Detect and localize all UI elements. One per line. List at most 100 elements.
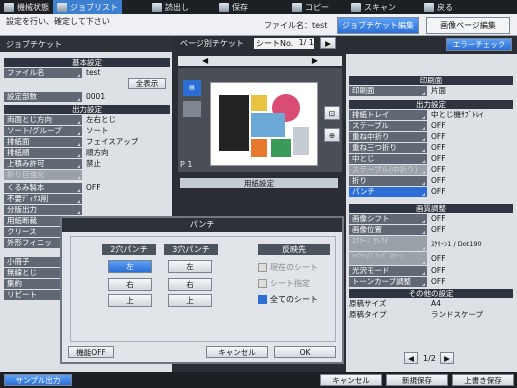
copies-key[interactable]: 設定部数 bbox=[4, 91, 82, 102]
menu-load[interactable]: 読出し bbox=[148, 0, 193, 14]
three-hole-left-button[interactable]: 左 bbox=[168, 260, 212, 273]
image-shift-key[interactable]: 画像シフト bbox=[349, 213, 427, 224]
page-preview bbox=[210, 82, 318, 166]
duplex-binding-value: 左右とじ bbox=[86, 115, 116, 124]
three-hole-header: 3穴パンチ bbox=[164, 244, 218, 255]
original-size-key: 原稿サイズ bbox=[349, 299, 387, 308]
page-number: P 1 bbox=[180, 160, 193, 169]
duplex-binding-key[interactable]: 両面とじ方向 bbox=[4, 114, 82, 125]
staple-fold-key[interactable]: ステープル(中折り) bbox=[349, 164, 427, 175]
error-check-button[interactable]: エラーチェック bbox=[446, 38, 512, 51]
other-settings-title: その他の設定 bbox=[349, 289, 513, 298]
scroll-right-icon[interactable]: ▶ bbox=[312, 56, 318, 66]
two-hole-top-button[interactable]: 上 bbox=[108, 294, 152, 307]
folder-icon bbox=[152, 2, 162, 12]
eject-face-key[interactable]: 排紙面 bbox=[4, 136, 82, 147]
fold-crease-key[interactable]: 折り目強化 bbox=[4, 169, 82, 180]
checkbox-icon[interactable] bbox=[258, 263, 267, 272]
gloss-mode-value: OFF bbox=[431, 266, 446, 275]
separation-key[interactable]: 分版出力 bbox=[4, 204, 82, 215]
zoom-fit-icon[interactable]: ⊡ bbox=[324, 106, 340, 120]
highlight-screen-value: OFF bbox=[431, 253, 446, 263]
sheet-scroll-button[interactable]: ▶ bbox=[320, 37, 336, 49]
multi-tri-fold-value: OFF bbox=[431, 143, 446, 152]
sheet-no-label: シートNo. bbox=[256, 39, 294, 48]
function-off-button[interactable]: 機能OFF bbox=[68, 346, 114, 358]
apply-all-sheets[interactable]: 全てのシート bbox=[258, 294, 318, 305]
tab-job-ticket-edit[interactable]: ジョブチケット編集 bbox=[337, 17, 419, 34]
right-settings: 印刷面 印刷面 片面 出力設定 排紙トレイ 中とじ機ｻﾌﾞﾄﾚｲ ステープル OFF … bbox=[349, 76, 513, 320]
copies-value: 0001 bbox=[86, 92, 106, 101]
screen-select-key[interactable]: ｽｸﾘｰﾝ ｾﾚｸﾀ bbox=[349, 235, 427, 251]
menu-copy[interactable]: コピー bbox=[288, 0, 333, 14]
fold-value: OFF bbox=[431, 176, 446, 185]
checkbox-icon[interactable] bbox=[258, 279, 267, 288]
copies-row: 設定部数 0001 bbox=[4, 91, 170, 102]
eject-order-value: 順方向 bbox=[86, 148, 109, 157]
multi-tri-fold-key[interactable]: 重ね三つ折り bbox=[349, 142, 427, 153]
right-output-title: 出力設定 bbox=[349, 100, 513, 109]
overwrite-save-button[interactable]: 上書き保存 bbox=[452, 374, 514, 386]
punch-key[interactable]: パンチ bbox=[349, 186, 427, 197]
sample-output-button[interactable]: サンプル出力 bbox=[4, 374, 72, 386]
paper-settings-title: 用紙設定 bbox=[180, 178, 338, 188]
saddle-stitch-value: OFF bbox=[431, 154, 446, 163]
top-menu-bar: 機械状態 ジョブリスト 読出し 保存 コピー スキャン 戻る bbox=[0, 0, 517, 14]
remove-blank-key[interactable]: 不要ﾃﾞｨｸｽ削 bbox=[4, 193, 82, 204]
tab-page-image-edit[interactable]: 画像ページ編集 bbox=[426, 17, 510, 34]
checked-icon[interactable] bbox=[258, 295, 267, 304]
menu-save[interactable]: 保存 bbox=[215, 0, 252, 14]
screen-select-value: ｽｸﾘｰﾝ1 / Dot190 bbox=[431, 240, 482, 248]
save-new-button[interactable]: 新規保存 bbox=[386, 374, 448, 386]
stack-permit-key[interactable]: 上積み許可 bbox=[4, 158, 82, 169]
menu-machine-status[interactable]: 機械状態 bbox=[0, 0, 53, 14]
print-side-value: 片面 bbox=[431, 86, 446, 95]
dialog-ok-button[interactable]: OK bbox=[274, 346, 336, 358]
three-hole-right-button[interactable]: 右 bbox=[168, 278, 212, 291]
highlight-screen-key[interactable]: ﾊｲﾗｲﾄ/ﾌﾞﾗｯｸﾞ ｽｸﾘｰﾝ bbox=[349, 251, 427, 265]
scan-icon bbox=[351, 2, 361, 12]
cancel-button[interactable]: キャンセル bbox=[320, 374, 382, 386]
gloss-mode-key[interactable]: 光沢モード bbox=[349, 265, 427, 276]
page-indicator: 1/2 bbox=[423, 354, 436, 363]
three-hole-top-button[interactable]: 上 bbox=[168, 294, 212, 307]
apply-current-sheet[interactable]: 現在のシート bbox=[258, 262, 318, 273]
front-page-icon[interactable]: ▤ bbox=[183, 80, 201, 96]
tone-curve-key[interactable]: トーンカーブ調整 bbox=[349, 276, 427, 287]
print-side-key[interactable]: 印刷面 bbox=[349, 85, 427, 96]
page-prev-button[interactable]: ◀ bbox=[404, 352, 418, 364]
dialog-cancel-button[interactable]: キャンセル bbox=[206, 346, 268, 358]
left-output-row: 折り目強化 bbox=[4, 169, 170, 180]
multi-half-fold-value: OFF bbox=[431, 132, 446, 141]
left-output-row: 上積み許可 禁止 bbox=[4, 158, 170, 169]
menu-job-list[interactable]: ジョブリスト bbox=[53, 0, 122, 14]
staple-fold-value: OFF bbox=[431, 165, 446, 174]
job-ticket-header: ジョブチケット bbox=[0, 36, 172, 52]
menu-back[interactable]: 戻る bbox=[420, 0, 457, 14]
file-name-key[interactable]: ファイル名 bbox=[4, 67, 82, 78]
two-hole-right-button[interactable]: 右 bbox=[108, 278, 152, 291]
horizontal-scrollbar[interactable]: ◀ ▶ bbox=[178, 56, 342, 66]
apply-sheet-select[interactable]: シート指定 bbox=[258, 278, 310, 289]
show-all-button[interactable]: 全表示 bbox=[128, 78, 166, 89]
staple-key[interactable]: ステープル bbox=[349, 120, 427, 131]
two-hole-left-button[interactable]: 左 bbox=[108, 260, 152, 273]
image-position-key[interactable]: 画像位置 bbox=[349, 224, 427, 235]
zoom-in-icon[interactable]: ⊕ bbox=[324, 128, 340, 142]
menu-scan[interactable]: スキャン bbox=[347, 0, 400, 14]
sheet-no-field[interactable]: シートNo. 1/ 1 bbox=[254, 38, 314, 49]
saddle-stitch-key[interactable]: 中とじ bbox=[349, 153, 427, 164]
output-tray-key[interactable]: 排紙トレイ bbox=[349, 109, 427, 120]
left-output-row: 両面とじ方向 左右とじ bbox=[4, 114, 170, 125]
perfect-bind-key[interactable]: くるみ製本 bbox=[4, 182, 82, 193]
stack-permit-value: 禁止 bbox=[86, 159, 101, 168]
fold-key[interactable]: 折り bbox=[349, 175, 427, 186]
sort-group-key[interactable]: ソート/グループ bbox=[4, 125, 82, 136]
basic-settings-title: 基本設定 bbox=[4, 58, 170, 67]
page-ticket-title: ページ別チケット bbox=[180, 39, 244, 48]
page-next-button[interactable]: ▶ bbox=[440, 352, 454, 364]
eject-order-key[interactable]: 排紙順 bbox=[4, 147, 82, 158]
multi-half-fold-key[interactable]: 重ね中折り bbox=[349, 131, 427, 142]
back-page-icon[interactable] bbox=[183, 101, 201, 117]
scroll-left-icon[interactable]: ◀ bbox=[202, 56, 208, 66]
